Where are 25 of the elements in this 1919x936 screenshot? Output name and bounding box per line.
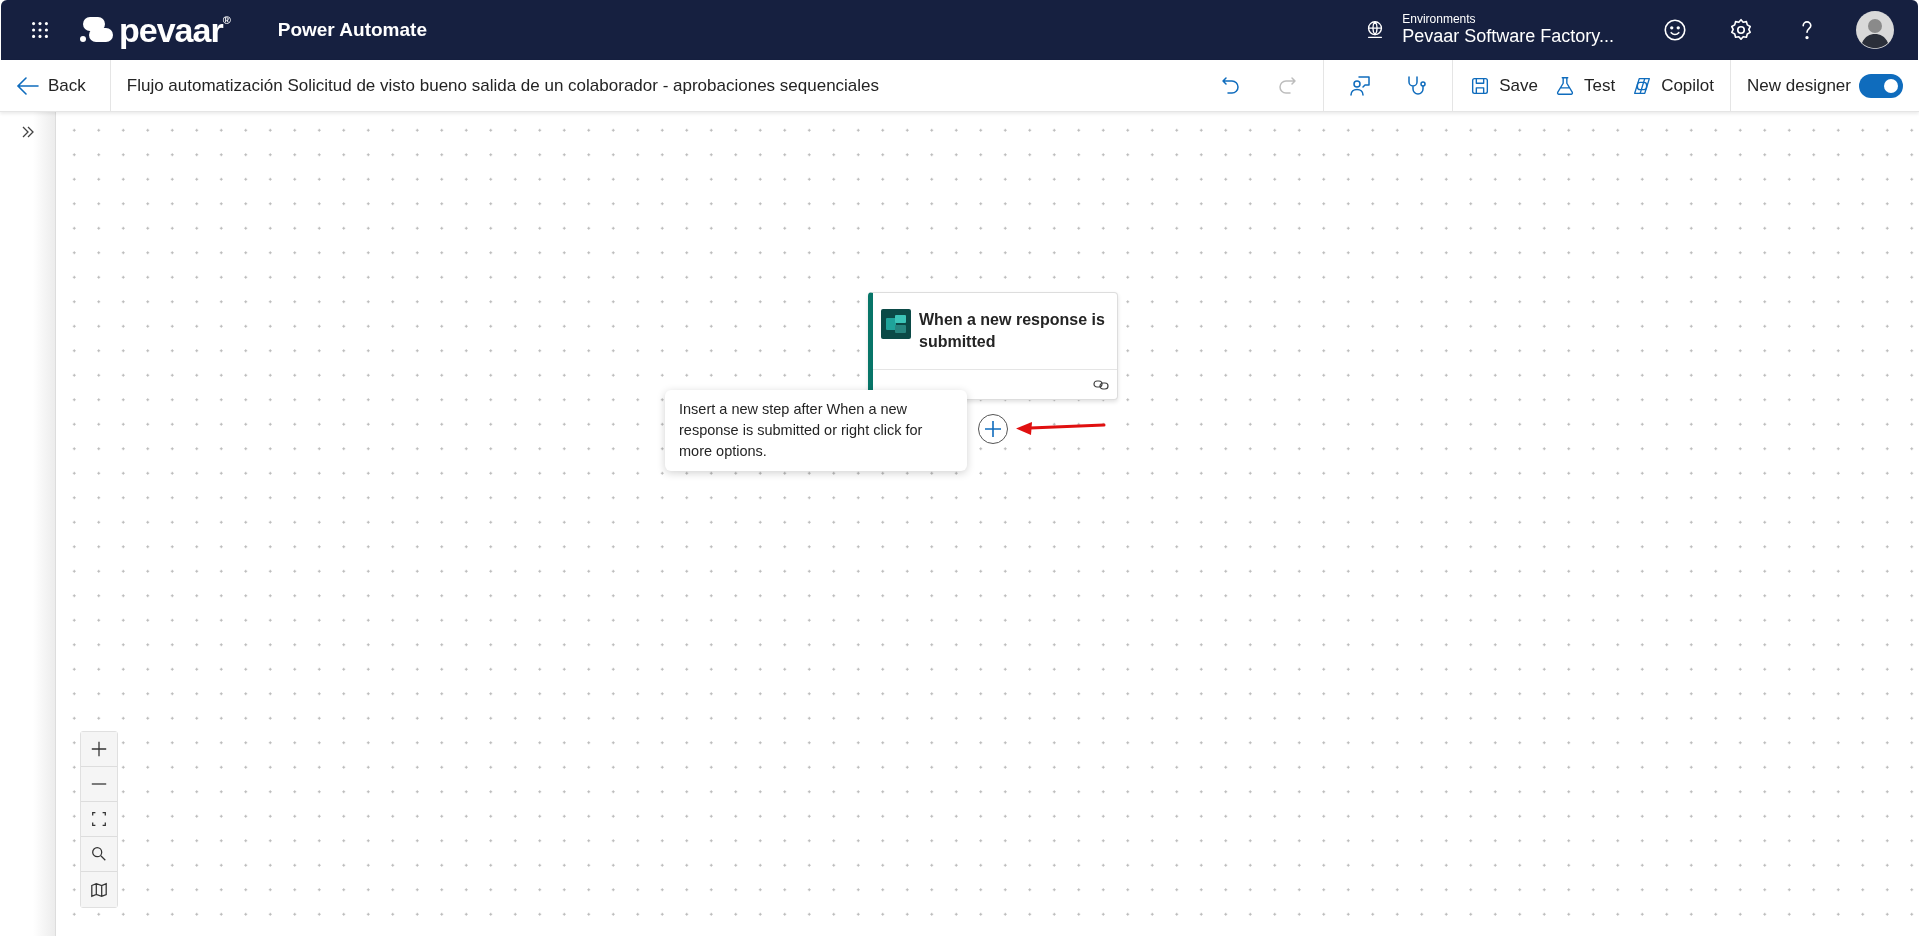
- trigger-card[interactable]: When a new response is submitted: [868, 292, 1118, 400]
- trigger-title: When a new response is submitted: [919, 310, 1106, 353]
- flow-title: Flujo automatización Solicitud de visto bueno salida de un colaborador - aprobaciones sequenciales: [126, 74, 880, 97]
- brand-logo-text: pevaar$^{®}$: [119, 13, 230, 47]
- copilot-button[interactable]: Copilot: [1623, 68, 1723, 103]
- back-button[interactable]: Back: [0, 68, 102, 103]
- logo-icon: [79, 16, 115, 44]
- environment-picker[interactable]: Environments Pevaar Software Factory...: [1360, 8, 1618, 52]
- zoom-in-button[interactable]: [81, 732, 117, 767]
- smiley-icon[interactable]: [1662, 17, 1688, 43]
- forms-icon: [881, 309, 911, 339]
- settings-icon[interactable]: [1728, 17, 1754, 43]
- app-name: Power Automate: [277, 17, 427, 42]
- new-designer-label: New designer: [1747, 74, 1851, 97]
- avatar-icon[interactable]: [1856, 11, 1894, 49]
- fit-view-icon[interactable]: [90, 810, 108, 828]
- back-arrow-icon[interactable]: [16, 75, 40, 96]
- minimap-icon[interactable]: [90, 880, 108, 899]
- new-designer-toggle[interactable]: [1859, 73, 1903, 98]
- search-icon[interactable]: [90, 845, 108, 863]
- tooltip: Insert a new step after When a new response is submitted or right click for more options.: [665, 390, 967, 472]
- flask-button[interactable]: Test: [1545, 68, 1624, 103]
- zoom-in-icon[interactable]: [90, 740, 108, 758]
- save-button[interactable]: Save: [1461, 68, 1546, 103]
- person-chat-icon[interactable]: [1348, 73, 1373, 98]
